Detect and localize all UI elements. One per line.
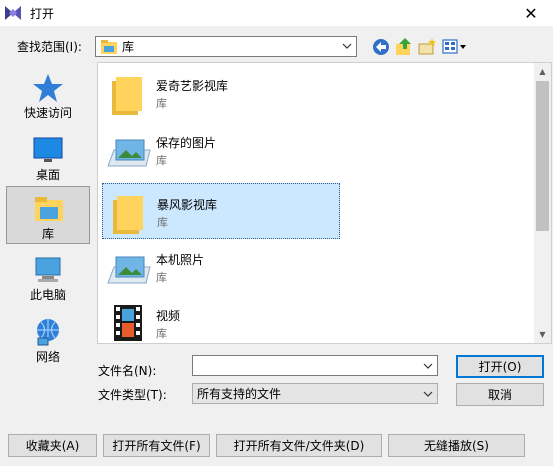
file-name: 本机照片 [156,253,205,267]
seamless-play-button[interactable]: 无缝播放(S) [388,434,525,457]
place-label: 此电脑 [29,288,66,302]
chevron-down-icon [423,363,433,369]
video-icon [114,305,142,341]
file-name: 视频 [156,309,181,323]
app-logo-icon [5,6,21,20]
open-all-files-button[interactable]: 打开所有文件(F) [103,434,210,457]
up-folder-icon[interactable] [394,37,414,57]
filetype-dropdown[interactable]: 所有支持的文件 [192,383,438,404]
library-folder-icon [101,39,117,54]
new-folder-icon[interactable] [417,37,437,57]
place-desktop[interactable]: 桌面 [6,128,90,186]
close-button[interactable]: ✕ [509,0,553,26]
place-network[interactable]: 网络 [6,310,90,368]
scroll-up-arrow-icon[interactable]: ▲ [534,63,551,80]
vertical-scrollbar[interactable]: ▲ ▼ [534,63,551,343]
desktop-icon [33,137,63,162]
network-icon [37,319,59,346]
open-all-files-folders-button[interactable]: 打开所有文件/文件夹(D) [216,434,382,457]
filetype-label: 文件类型(T): [98,388,167,402]
back-icon[interactable] [371,37,391,57]
places-bar: 快速访问 桌面 库 此电脑 网络 [4,62,92,364]
open-button[interactable]: 打开(O) [456,355,544,378]
chevron-down-icon [342,43,352,49]
list-item[interactable]: 爱奇艺影视库 库 [102,65,338,121]
scroll-down-arrow-icon[interactable]: ▼ [534,326,551,343]
file-type: 库 [156,327,167,340]
chevron-down-icon [423,391,433,397]
folder-icon [113,196,143,234]
place-label: 网络 [35,350,60,364]
file-list[interactable]: 爱奇艺影视库 库 保存的图片 库 暴风影视库 库 本机照片 库 视频 库 ▲ ▼ [97,62,552,344]
place-label: 桌面 [35,168,60,182]
computer-icon [35,257,61,282]
place-label: 快速访问 [23,106,72,120]
pictures-icon [107,256,151,284]
file-type: 库 [156,271,167,284]
window-title: 打开 [30,7,55,21]
place-quick-access[interactable]: 快速访问 [6,66,90,124]
favorites-button[interactable]: 收藏夹(A) [8,434,97,457]
file-name: 爱奇艺影视库 [156,79,229,93]
view-menu-icon[interactable] [442,37,468,57]
file-type: 库 [156,154,167,167]
list-item[interactable]: 视频 库 [102,295,338,343]
place-library[interactable]: 库 [6,186,90,244]
file-type: 库 [157,216,168,229]
place-this-pc[interactable]: 此电脑 [6,248,90,306]
file-type: 库 [156,97,167,110]
list-item[interactable]: 保存的图片 库 [102,122,338,178]
list-item-selected[interactable]: 暴风影视库 库 [102,183,340,239]
library-icon [35,197,63,221]
folder-icon [112,77,142,115]
file-name: 暴风影视库 [157,198,218,212]
filename-label: 文件名(N): [98,364,157,378]
file-name: 保存的图片 [156,136,217,150]
pictures-icon [107,139,151,167]
list-item[interactable]: 本机照片 库 [102,239,338,295]
lookin-dropdown[interactable]: 库 [95,36,357,57]
filetype-value: 所有支持的文件 [197,387,282,401]
cancel-button[interactable]: 取消 [456,383,544,406]
lookin-label: 查找范围(I): [17,40,82,54]
filename-combo[interactable] [192,355,438,376]
lookin-value: 库 [122,40,135,54]
star-icon [33,74,63,102]
title-bar: 打开 ✕ [0,0,553,26]
place-label: 库 [41,227,54,241]
close-icon: ✕ [524,3,538,23]
scroll-thumb[interactable] [536,81,549,231]
